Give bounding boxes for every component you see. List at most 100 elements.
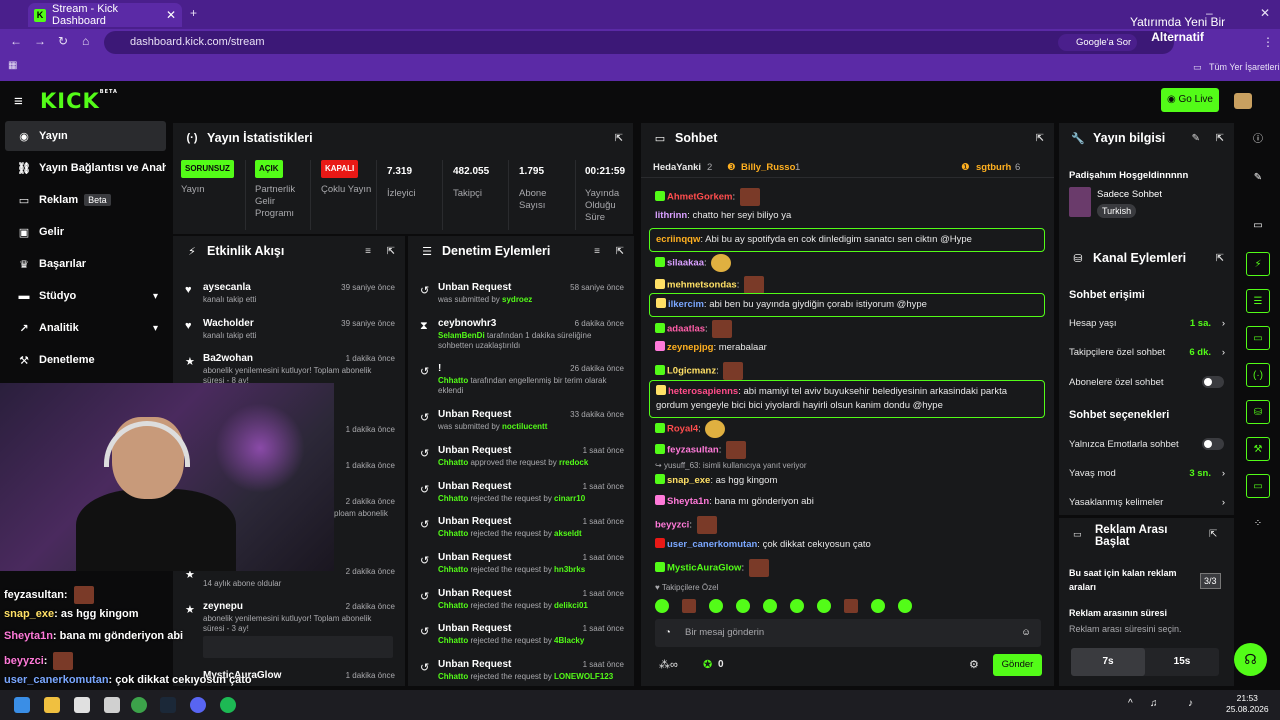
kick-logo[interactable]: KICKBETA <box>40 89 118 113</box>
reload-icon[interactable]: ↻ <box>58 34 68 48</box>
chat-username[interactable]: lithrinn <box>655 210 687 221</box>
windows-start-icon[interactable] <box>14 697 30 713</box>
mod-user[interactable]: Chhatto <box>438 565 468 574</box>
file-explorer-icon[interactable] <box>44 697 60 713</box>
lightning-icon[interactable]: ⚡ <box>1246 252 1270 276</box>
emote-icon[interactable] <box>898 599 912 613</box>
wrench-icon[interactable]: ⚒ <box>1246 437 1270 461</box>
new-tab-icon[interactable]: + <box>190 6 197 20</box>
back-icon[interactable]: ← <box>10 34 22 48</box>
mod-target-user[interactable]: LONEWOLF123 <box>554 672 613 681</box>
chat-username[interactable]: feyzasultan <box>667 445 719 456</box>
sidebar-item-studyo[interactable]: ▬ Stüdyo ▾ <box>5 281 166 311</box>
chat-username[interactable]: L0gicmanz <box>667 366 716 377</box>
go-live-button[interactable]: ◉ Go Live <box>1161 88 1219 112</box>
info-icon[interactable]: ⓘ <box>1246 128 1270 152</box>
browser-tab[interactable]: K Stream - Kick Dashboard ✕ <box>28 3 182 27</box>
discord-icon[interactable] <box>190 697 206 713</box>
emotes-only-toggle[interactable] <box>1202 438 1224 450</box>
mod-target-user[interactable]: cinarr10 <box>554 494 585 503</box>
chat-username[interactable]: adaatlas <box>667 324 705 335</box>
sidebar-item-reklam[interactable]: ▭ Reklam Beta <box>5 185 166 215</box>
emoji-icon[interactable]: ☺ <box>1021 619 1031 647</box>
emote-icon[interactable] <box>763 599 777 613</box>
chat-message-input[interactable]: ◔ Bir mesaj gönderin ☺ <box>655 619 1041 647</box>
chrome-icon[interactable] <box>131 697 147 713</box>
chat-username[interactable]: ecriinqqw <box>656 234 700 245</box>
chat-username[interactable]: user_canerkomutan <box>667 539 757 550</box>
chat-username[interactable]: beyyzci <box>655 520 689 531</box>
mod-target-user[interactable]: 4Blacky <box>554 636 584 645</box>
mod-user[interactable]: noctilucentt <box>502 422 547 431</box>
mod-target-user[interactable]: rredock <box>559 458 588 467</box>
top-user[interactable]: Billy_Russo <box>741 162 795 173</box>
mod-user[interactable]: Chhatto <box>438 672 468 681</box>
browser-menu-icon[interactable]: ⋮ <box>1262 35 1274 49</box>
mod-target-user[interactable]: akseldt <box>554 529 582 538</box>
emote-icon[interactable] <box>655 599 669 613</box>
chat-username[interactable]: MysticAuraGlow <box>667 563 741 574</box>
top-user[interactable]: HedaYanki <box>653 162 701 173</box>
notepad-icon[interactable] <box>74 697 90 713</box>
activity-user[interactable]: Ba2wohan <box>203 353 253 364</box>
taskbar-clock[interactable]: 21:53 25.08.2026 <box>1226 693 1269 715</box>
edit-icon[interactable]: ✎ <box>1192 133 1200 144</box>
mod-user[interactable]: Chhatto <box>438 376 468 385</box>
emote-icon[interactable] <box>736 599 750 613</box>
chat-icon[interactable]: ▭ <box>1246 326 1270 350</box>
google-search-button[interactable]: Google'a Sor <box>1058 34 1138 51</box>
tray-chevron-icon[interactable]: ^ <box>1128 698 1133 709</box>
sidebar-item-stream-key[interactable]: ⛓ Yayın Bağlantısı ve Anahtarı <box>5 153 166 183</box>
emote-icon[interactable] <box>871 599 885 613</box>
mod-user[interactable]: Chhatto <box>438 601 468 610</box>
mod-user[interactable]: Chhatto <box>438 529 468 538</box>
setting-account-age[interactable]: Hesap yaşı 1 sa. › <box>1069 318 1225 329</box>
sidebar-item-yayin[interactable]: ◉ Yayın <box>5 121 166 151</box>
setting-banned-words[interactable]: Yasaklanmış kelimeler › <box>1069 497 1225 508</box>
window-close-icon[interactable]: ✕ <box>1260 6 1270 20</box>
home-icon[interactable]: ⌂ <box>82 34 89 48</box>
app-icon[interactable] <box>104 697 120 713</box>
gear-icon[interactable]: ⚙ <box>969 658 979 671</box>
tv-icon[interactable]: ▭ <box>1246 474 1270 498</box>
volume-icon[interactable]: ♪ <box>1188 698 1193 709</box>
chat-username[interactable]: ilkercim <box>668 299 704 310</box>
emote-icon[interactable] <box>844 599 858 613</box>
spotify-icon[interactable] <box>220 697 236 713</box>
chat-username[interactable]: AhmetGorkem <box>667 192 732 203</box>
setting-followers-only[interactable]: Takipçilere özel sohbet 6 dk. › <box>1069 347 1225 358</box>
sidebar-item-analitik[interactable]: ↗ Analitik ▾ <box>5 313 166 343</box>
close-tab-icon[interactable]: ✕ <box>166 8 176 22</box>
ad-duration-15s[interactable]: 15s <box>1145 648 1219 676</box>
popout-icon[interactable]: ⇱ <box>387 246 395 257</box>
popout-icon[interactable]: ⇱ <box>1216 253 1224 264</box>
popout-icon[interactable]: ⇱ <box>616 246 624 257</box>
mod-target-user[interactable]: delikci01 <box>554 601 588 610</box>
sidebar-item-gelir[interactable]: ▣ Gelir <box>5 217 166 247</box>
steam-icon[interactable] <box>160 697 176 713</box>
filter-icon[interactable]: ≡ <box>365 246 371 257</box>
ad-duration-7s[interactable]: 7s <box>1071 648 1145 676</box>
broadcast-icon[interactable]: (·) <box>1246 363 1270 387</box>
ad-icon[interactable]: ▭ <box>1246 214 1270 238</box>
filter-icon[interactable]: ≡ <box>594 246 600 257</box>
sidebar-item-basarilar[interactable]: ♛ Başarılar <box>5 249 166 279</box>
popout-icon[interactable]: ⇱ <box>1209 529 1217 540</box>
all-bookmarks-link[interactable]: Tüm Yer İşaretleri <box>1209 62 1280 72</box>
chat-username[interactable]: Royal4 <box>667 424 698 435</box>
popout-icon[interactable]: ⇱ <box>1216 133 1224 144</box>
list-icon[interactable]: ☰ <box>1246 289 1270 313</box>
send-button[interactable]: Gönder <box>993 654 1042 676</box>
chat-username[interactable]: silaakaa <box>667 258 704 269</box>
edit-icon[interactable]: ✎ <box>1246 166 1270 190</box>
popout-icon[interactable]: ⇱ <box>615 133 623 144</box>
mod-user[interactable]: Chhatto <box>438 636 468 645</box>
url-bar[interactable]: dashboard.kick.com/stream <box>104 31 1174 54</box>
emote-icon[interactable] <box>709 599 723 613</box>
emote-icon[interactable] <box>682 599 696 613</box>
mod-user[interactable]: Chhatto <box>438 494 468 503</box>
chat-username[interactable]: zeynepjpg <box>667 342 713 353</box>
avatar[interactable] <box>1234 93 1252 109</box>
chat-username[interactable]: mehmetsondas <box>667 280 737 291</box>
subs-only-toggle[interactable] <box>1202 376 1224 388</box>
